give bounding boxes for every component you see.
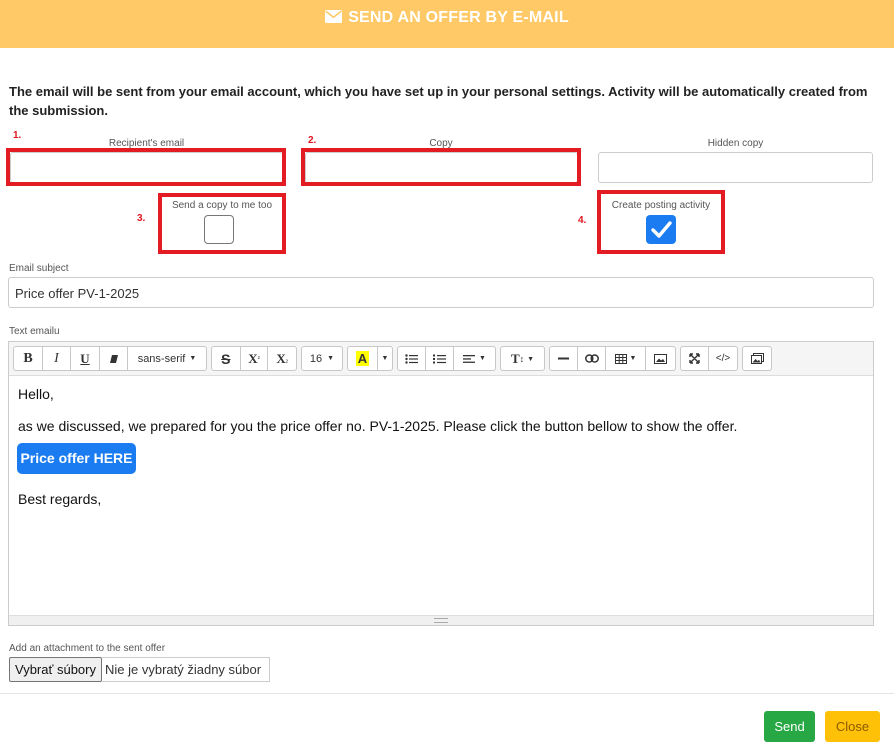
file-picker: Vybrať súbory Nie je vybratý žiadny súbo… [9,657,271,682]
horizontal-rule-button[interactable] [550,347,578,370]
font-family-dropdown[interactable]: sans-serif ▼ [128,347,206,370]
code-view-button[interactable]: </> [709,347,737,370]
intro-text: The email will be sent from your email a… [9,84,868,118]
subscript-mark: ₂ [285,354,288,363]
modal-header: SEND AN OFFER BY E-MAIL [0,0,894,48]
fullscreen-icon [689,353,700,364]
subject-input[interactable]: Price offer PV-1-2025 [8,277,874,308]
eraser-icon [109,354,118,363]
email-body-text: as we discussed, we prepared for you the… [18,418,738,434]
send-copy-checkbox[interactable] [204,215,234,244]
hidden-copy-label: Hidden copy [707,138,764,149]
toolbar-group-insert: ▼ [549,346,676,371]
gallery-icon [750,353,764,364]
email-greeting: Hello, [18,386,54,402]
line-height-dropdown[interactable]: T ↕ ▼ [501,347,544,370]
toolbar-group-view: </> [680,346,738,371]
modal-title: SEND AN OFFER BY E-MAIL [348,9,569,26]
strikethrough-button[interactable]: S [212,347,241,370]
italic-button[interactable]: I [43,347,71,370]
image-button[interactable] [646,347,675,370]
subscript-button[interactable]: X₂ [268,347,296,370]
annotation-4: 4. [578,215,587,226]
font-size-value: 16 [309,352,323,365]
posting-activity-checkbox[interactable] [646,215,676,244]
line-height-glyph: T [510,350,520,366]
email-closing: Best regards, [18,491,102,507]
file-status-text: Nie je vybratý žiadny súbor [101,657,271,682]
highlight-box-2 [301,148,581,186]
caret-down-icon: ▼ [189,355,197,362]
envelope-icon [325,10,343,23]
price-offer-button[interactable]: Price offer HERE [17,443,136,474]
footer-divider [0,693,894,694]
choose-files-button[interactable]: Vybrať súbory [9,657,102,682]
caret-down-icon: ▼ [381,355,389,362]
toolbar-group-script: S X² X₂ [211,346,297,371]
bulleted-list-icon [405,353,418,364]
horizontal-rule-icon [558,357,569,360]
email-text-label: Text emailu [9,326,60,337]
checkmark-icon [651,221,672,238]
table-dropdown[interactable]: ▼ [606,347,646,370]
toolbar-group-height: T ↕ ▼ [500,346,545,371]
resize-grip-icon [434,618,448,623]
send-copy-label: Send a copy to me too [171,200,273,211]
gallery-button[interactable] [743,347,771,370]
image-icon [654,353,667,364]
underline-button[interactable]: U [71,347,100,370]
caret-down-icon: ▼ [327,355,335,362]
subscript-glyph: X [276,350,286,366]
caret-down-icon: ▼ [479,355,486,362]
font-size-dropdown[interactable]: 16 ▼ [302,347,342,370]
text-color-letter: A [355,351,370,366]
table-icon [614,353,627,364]
send-button[interactable]: Send [764,711,815,742]
link-icon [584,354,599,363]
caret-down-icon: ▼ [629,355,637,362]
align-dropdown[interactable]: ▼ [454,347,495,370]
superscript-button[interactable]: X² [241,347,269,370]
modal-title-row: SEND AN OFFER BY E-MAIL [0,9,894,27]
code-icon: </> [715,353,731,364]
font-family-value: sans-serif [137,352,186,365]
numbered-list-button[interactable] [426,347,454,370]
link-button[interactable] [578,347,606,370]
hidden-copy-input[interactable] [598,152,873,183]
superscript-mark: ² [257,354,260,363]
align-left-icon [463,354,476,363]
superscript-glyph: X [248,350,258,366]
rich-text-editor[interactable]: B I U sans-serif ▼ S X² X₂ 16 ▼ A ▼ ▼ T … [8,341,874,626]
toolbar-group-size: 16 ▼ [301,346,343,371]
eraser-button[interactable] [100,347,128,370]
arrows-vertical-icon: ↕ [519,353,525,364]
posting-activity-label: Create posting activity [611,200,711,211]
color-dropdown-button[interactable]: ▼ [378,347,392,370]
attachment-label: Add an attachment to the sent offer [9,643,166,654]
text-color-button[interactable]: A [348,347,378,370]
close-button[interactable]: Close [825,711,880,742]
editor-resize-handle[interactable] [9,615,873,625]
highlight-box-1 [6,148,286,186]
bulleted-list-button[interactable] [398,347,426,370]
bold-button[interactable]: B [14,347,43,370]
annotation-3: 3. [137,213,146,224]
editor-toolbar: B I U sans-serif ▼ S X² X₂ 16 ▼ A ▼ ▼ T … [9,342,873,376]
toolbar-group-paragraph: ▼ [397,346,496,371]
toolbar-group-style: B I U sans-serif ▼ [13,346,207,371]
fullscreen-button[interactable] [681,347,709,370]
subject-label: Email subject [9,263,69,274]
numbered-list-icon [433,354,446,363]
toolbar-group-color: A ▼ [347,346,393,371]
toolbar-group-gallery [742,346,772,371]
caret-down-icon: ▼ [527,354,535,363]
